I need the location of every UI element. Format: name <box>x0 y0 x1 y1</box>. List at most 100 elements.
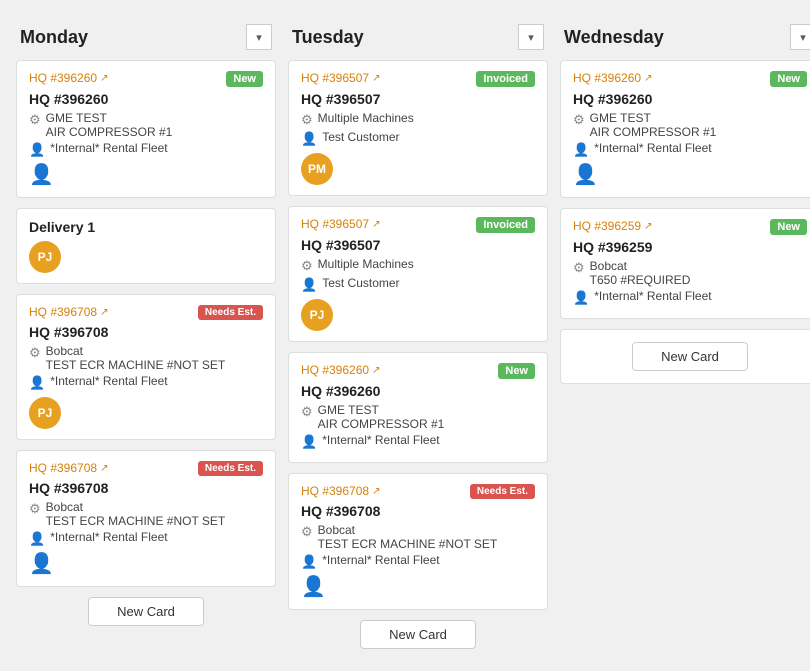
card-mon-2[interactable]: HQ #396708 ↗Needs Est.HQ #396708⚙BobcatT… <box>16 294 276 440</box>
customer-icon: 👤 <box>301 434 317 450</box>
card-customer-row-mon-3: 👤*Internal* Rental Fleet <box>29 530 263 547</box>
card-mon-3[interactable]: HQ #396708 ↗ Needs Est. HQ #396708 ⚙ BobcatT… <box>16 450 276 587</box>
card-badge-mon-2: Needs Est. <box>198 305 263 320</box>
card-customer-text-mon-1: *Internal* Rental Fleet <box>50 141 167 155</box>
card-hq-link-tue-1[interactable]: HQ #396507 ↗ <box>301 71 380 85</box>
external-link-icon: ↗ <box>372 365 380 376</box>
machine-icon: ⚙ <box>301 404 313 420</box>
card-header-row-wed-2: HQ #396259 ↗ New <box>573 219 807 235</box>
column-menu-btn-tuesday[interactable]: ▾ <box>518 24 544 50</box>
customer-icon: 👤 <box>29 142 45 158</box>
card-title-tue-2: HQ #396507 <box>301 237 535 253</box>
machine-icon: ⚙ <box>301 112 313 128</box>
card-tue-1[interactable]: HQ #396507 ↗Invoiced HQ #396507 ⚙ Multiple … <box>288 60 548 196</box>
card-machine-line1-tue-1: Multiple Machines <box>318 111 414 125</box>
external-link-icon: ↗ <box>644 221 652 232</box>
machine-icon: ⚙ <box>29 501 41 517</box>
card-tue-3[interactable]: HQ #396260 ↗NewHQ #396260⚙GME TESTAIR CO… <box>288 352 548 463</box>
card-machine-text-tue-4: BobcatTEST ECR MACHINE #NOT SET <box>318 523 498 551</box>
card-tue-2[interactable]: HQ #396507 ↗InvoicedHQ #396507⚙Multiple … <box>288 206 548 342</box>
external-link-icon: ↗ <box>644 73 652 84</box>
cards-area-tuesday: HQ #396507 ↗InvoicedHQ #396507⚙Multiple … <box>288 60 548 610</box>
card-machine-line2-mon-3: TEST ECR MACHINE #NOT SET <box>46 514 226 528</box>
card-title-tue-4: HQ #396708 <box>301 503 535 519</box>
card-wed-2[interactable]: HQ #396259 ↗NewHQ #396259⚙BobcatT650 #RE… <box>560 208 810 319</box>
column-menu-btn-wednesday[interactable]: ▾ <box>790 24 810 50</box>
card-hq-link-wed-2[interactable]: HQ #396259 ↗ <box>573 219 652 233</box>
card-machine-row-mon-2: ⚙ BobcatTEST ECR MACHINE #NOT SET <box>29 344 263 372</box>
card-machine-row-wed-1: ⚙GME TESTAIR COMPRESSOR #1 <box>573 111 807 139</box>
card-header-row-tue-4: HQ #396708 ↗ Needs Est. <box>301 484 535 499</box>
card-customer-text-mon-3: *Internal* Rental Fleet <box>50 530 167 544</box>
column-monday: Monday▾ HQ #396260 ↗ New HQ #396260 ⚙ GME TES… <box>16 16 276 626</box>
card-badge-tue-4: Needs Est. <box>470 484 535 499</box>
card-mon-delivery[interactable]: Delivery 1PJ <box>16 208 276 284</box>
machine-icon: ⚙ <box>29 112 41 128</box>
external-link-icon: ↗ <box>372 486 380 497</box>
card-hq-link-mon-3[interactable]: HQ #396708 ↗ <box>29 461 108 475</box>
card-person-icon-wed-1: 👤 <box>573 162 807 187</box>
card-customer-row-tue-4: 👤 *Internal* Rental Fleet <box>301 553 535 570</box>
card-hq-link-mon-2[interactable]: HQ #396708 ↗ <box>29 305 108 319</box>
card-machine-line1-tue-3: GME TEST <box>318 403 445 417</box>
card-machine-row-mon-1: ⚙ GME TESTAIR COMPRESSOR #1 <box>29 111 263 139</box>
customer-icon: 👤 <box>301 554 317 570</box>
card-header-row-mon-3: HQ #396708 ↗ Needs Est. <box>29 461 263 476</box>
new-card-btn-monday[interactable]: New Card <box>88 597 204 626</box>
customer-icon: 👤 <box>573 142 589 158</box>
column-header-monday: Monday▾ <box>16 16 276 60</box>
card-hq-link-wed-1[interactable]: HQ #396260 ↗ <box>573 71 652 85</box>
card-badge-wed-2: New <box>770 219 807 235</box>
card-hq-link-mon-1[interactable]: HQ #396260 ↗ <box>29 71 108 85</box>
card-machine-text-wed-2: BobcatT650 #REQUIRED <box>590 259 691 287</box>
column-menu-btn-monday[interactable]: ▾ <box>246 24 272 50</box>
card-customer-row-tue-3: 👤*Internal* Rental Fleet <box>301 433 535 450</box>
card-customer-text-tue-2: Test Customer <box>322 276 399 290</box>
card-customer-text-tue-1: Test Customer <box>322 130 399 144</box>
card-header-row-wed-1: HQ #396260 ↗ New <box>573 71 807 87</box>
cards-area-monday: HQ #396260 ↗ New HQ #396260 ⚙ GME TESTAIR CO… <box>16 60 276 587</box>
card-machine-line2-mon-2: TEST ECR MACHINE #NOT SET <box>46 358 226 372</box>
card-machine-line1-mon-1: GME TEST <box>46 111 173 125</box>
card-badge-wed-1: New <box>770 71 807 87</box>
machine-icon: ⚙ <box>573 112 585 128</box>
card-title-mon-1: HQ #396260 <box>29 91 263 107</box>
card-title-mon-3: HQ #396708 <box>29 480 263 496</box>
card-title-tue-1: HQ #396507 <box>301 91 535 107</box>
card-badge-mon-3: Needs Est. <box>198 461 263 476</box>
card-customer-text-wed-1: *Internal* Rental Fleet <box>594 141 711 155</box>
card-machine-row-tue-3: ⚙ GME TESTAIR COMPRESSOR #1 <box>301 403 535 431</box>
column-header-tuesday: Tuesday▾ <box>288 16 548 60</box>
customer-icon: 👤 <box>301 131 317 147</box>
cards-area-wednesday: HQ #396260 ↗NewHQ #396260⚙GME TESTAIR CO… <box>560 60 810 384</box>
machine-icon: ⚙ <box>29 345 41 361</box>
card-avatar-mon-2: PJ <box>29 397 61 429</box>
new-card-standalone-btn-wednesday[interactable]: New Card <box>632 342 748 371</box>
card-mon-1[interactable]: HQ #396260 ↗ New HQ #396260 ⚙ GME TESTAIR CO… <box>16 60 276 198</box>
machine-icon: ⚙ <box>573 260 585 276</box>
card-badge-mon-1: New <box>226 71 263 87</box>
card-machine-line1-mon-2: Bobcat <box>46 344 226 358</box>
card-machine-text-tue-1: Multiple Machines <box>318 111 414 125</box>
card-tue-4[interactable]: HQ #396708 ↗Needs Est.HQ #396708⚙BobcatT… <box>288 473 548 610</box>
card-person-icon-mon-1: 👤 <box>29 162 263 187</box>
column-title-wednesday: Wednesday <box>564 27 664 48</box>
card-machine-row-wed-2: ⚙ BobcatT650 #REQUIRED <box>573 259 807 287</box>
column-wednesday: Wednesday▾HQ #396260 ↗NewHQ #396260⚙GME … <box>560 16 810 384</box>
card-hq-link-tue-2[interactable]: HQ #396507 ↗ <box>301 217 380 231</box>
card-machine-row-tue-2: ⚙Multiple Machines <box>301 257 535 274</box>
card-hq-link-tue-4[interactable]: HQ #396708 ↗ <box>301 484 380 498</box>
card-hq-link-tue-3[interactable]: HQ #396260 ↗ <box>301 363 380 377</box>
card-person-icon-tue-4: 👤 <box>301 574 535 599</box>
new-card-btn-tuesday[interactable]: New Card <box>360 620 476 649</box>
card-title-tue-3: HQ #396260 <box>301 383 535 399</box>
card-machine-text-mon-1: GME TESTAIR COMPRESSOR #1 <box>46 111 173 139</box>
card-machine-line2-wed-1: AIR COMPRESSOR #1 <box>590 125 717 139</box>
card-machine-text-tue-3: GME TESTAIR COMPRESSOR #1 <box>318 403 445 431</box>
card-machine-line1-mon-3: Bobcat <box>46 500 226 514</box>
card-header-row-tue-1: HQ #396507 ↗Invoiced <box>301 71 535 87</box>
card-customer-text-tue-4: *Internal* Rental Fleet <box>322 553 439 567</box>
card-machine-row-mon-3: ⚙ BobcatTEST ECR MACHINE #NOT SET <box>29 500 263 528</box>
external-link-icon: ↗ <box>372 73 380 84</box>
card-wed-1[interactable]: HQ #396260 ↗NewHQ #396260⚙GME TESTAIR CO… <box>560 60 810 198</box>
